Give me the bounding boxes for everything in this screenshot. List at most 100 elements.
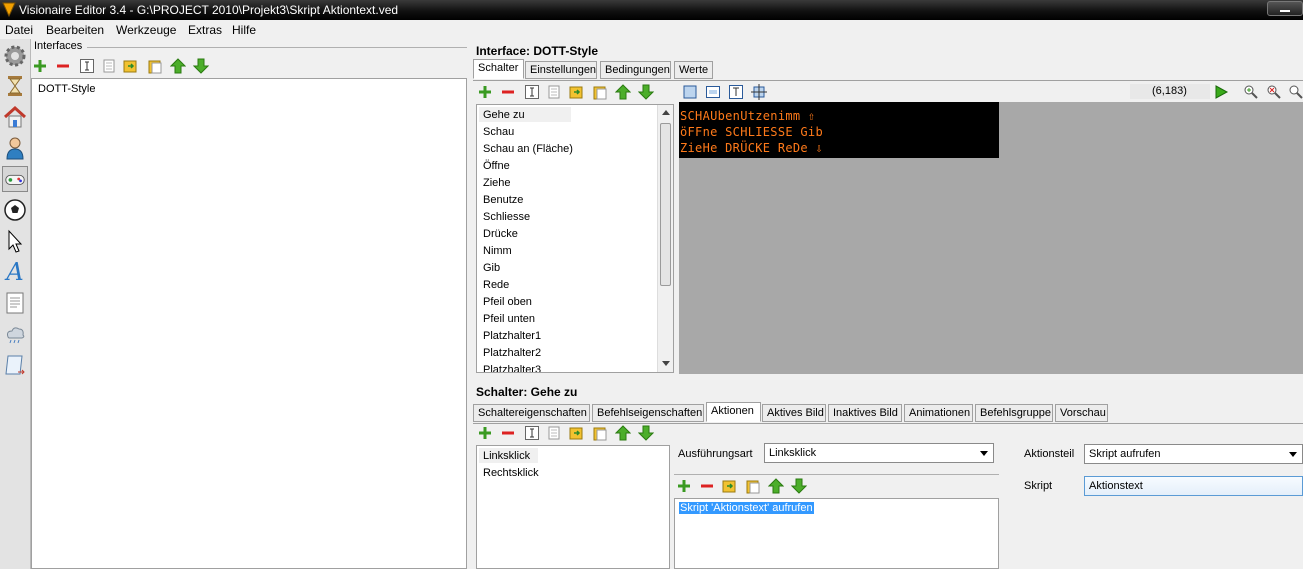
list-item[interactable]: Skript 'Aktionstext' aufrufen bbox=[679, 502, 814, 514]
copy-icon[interactable] bbox=[101, 58, 117, 74]
list-item[interactable]: Gehe zu bbox=[483, 109, 525, 121]
duplicate-icon[interactable] bbox=[569, 84, 585, 100]
list-item[interactable]: Schau bbox=[483, 126, 514, 138]
zoom-in-icon[interactable] bbox=[1243, 84, 1259, 100]
copy-icon[interactable] bbox=[546, 425, 562, 441]
scroll-up-icon[interactable] bbox=[662, 110, 670, 115]
tab-schaltereigenschaften[interactable]: Schaltereigenschaften bbox=[473, 404, 590, 422]
select-button-icon[interactable] bbox=[705, 84, 721, 100]
menu-hilfe[interactable]: Hilfe bbox=[232, 23, 256, 37]
zoom-reset-icon[interactable] bbox=[1266, 84, 1282, 100]
paste-icon[interactable] bbox=[592, 425, 608, 441]
aktionsteil-select[interactable]: Skript aufrufen bbox=[1084, 444, 1303, 464]
list-item[interactable]: Nimm bbox=[483, 245, 512, 257]
buttons-list[interactable]: Gehe zu Schau Schau an (Fläche) Öffne Zi… bbox=[476, 104, 674, 373]
list-item[interactable]: Platzhalter3 bbox=[483, 364, 541, 372]
menu-extras[interactable]: Extras bbox=[188, 23, 222, 37]
remove-icon[interactable] bbox=[55, 58, 71, 74]
click-type-list[interactable]: Linksklick Rechtsklick bbox=[476, 445, 670, 569]
list-item[interactable]: Öffne bbox=[483, 160, 510, 172]
move-up-icon[interactable] bbox=[615, 425, 631, 441]
tab-werte[interactable]: Werte bbox=[674, 61, 713, 79]
list-item[interactable]: Pfeil oben bbox=[483, 296, 532, 308]
tab-aktionen[interactable]: Aktionen bbox=[706, 402, 761, 422]
select-area-icon[interactable] bbox=[682, 84, 698, 100]
move-up-icon[interactable] bbox=[768, 478, 784, 494]
text-area-icon[interactable] bbox=[728, 84, 744, 100]
interface-canvas[interactable]: SCHAUbenUtzenimm ⇧ öFFne SCHLIESSE Gib Z… bbox=[679, 102, 1303, 374]
move-up-icon[interactable] bbox=[615, 84, 631, 100]
scroll-thumb[interactable] bbox=[660, 123, 671, 286]
duplicate-icon[interactable] bbox=[722, 478, 738, 494]
rename-icon[interactable] bbox=[524, 425, 540, 441]
hourglass-icon[interactable] bbox=[2, 73, 28, 99]
list-item[interactable]: Schliesse bbox=[483, 211, 530, 223]
position-icon[interactable] bbox=[751, 84, 767, 100]
list-item[interactable]: Platzhalter1 bbox=[483, 330, 541, 342]
paste-icon[interactable] bbox=[745, 478, 761, 494]
list-item[interactable]: Gib bbox=[483, 262, 500, 274]
scroll-down-icon[interactable] bbox=[662, 361, 670, 366]
tab-inaktives-bild[interactable]: Inaktives Bild bbox=[828, 404, 902, 422]
list-item[interactable]: Platzhalter2 bbox=[483, 347, 541, 359]
move-down-icon[interactable] bbox=[193, 58, 209, 74]
gamepad-icon[interactable] bbox=[2, 166, 28, 192]
actions-list[interactable]: Skript 'Aktionstext' aufrufen bbox=[674, 498, 999, 569]
paste-icon[interactable] bbox=[592, 84, 608, 100]
duplicate-icon[interactable] bbox=[123, 58, 139, 74]
font-icon[interactable]: A bbox=[2, 259, 28, 285]
skript-select[interactable]: Aktionstext bbox=[1084, 476, 1303, 496]
tab-aktives-bild[interactable]: Aktives Bild bbox=[762, 404, 826, 422]
house-icon[interactable] bbox=[2, 104, 28, 130]
list-item[interactable]: DOTT-Style bbox=[38, 83, 95, 95]
list-item[interactable]: Ziehe bbox=[483, 177, 511, 189]
script-icon[interactable] bbox=[2, 352, 28, 378]
list-item[interactable]: Linksklick bbox=[483, 450, 530, 462]
copy-icon[interactable] bbox=[546, 84, 562, 100]
document-icon[interactable] bbox=[2, 290, 28, 316]
move-down-icon[interactable] bbox=[791, 478, 807, 494]
remove-icon[interactable] bbox=[699, 478, 715, 494]
add-icon[interactable] bbox=[676, 478, 692, 494]
list-item[interactable]: Rechtsklick bbox=[483, 467, 539, 479]
cursor-icon[interactable] bbox=[2, 228, 28, 254]
tab-schalter[interactable]: Schalter bbox=[473, 59, 524, 79]
add-icon[interactable] bbox=[477, 425, 493, 441]
gear-icon[interactable] bbox=[2, 43, 28, 69]
list-item[interactable]: Pfeil unten bbox=[483, 313, 535, 325]
rename-icon[interactable] bbox=[524, 84, 540, 100]
minimize-button[interactable] bbox=[1267, 1, 1303, 16]
remove-icon[interactable] bbox=[500, 84, 516, 100]
list-item[interactable]: Rede bbox=[483, 279, 509, 291]
move-up-icon[interactable] bbox=[170, 58, 186, 74]
zoom-out-icon[interactable] bbox=[1288, 84, 1303, 100]
add-icon[interactable] bbox=[32, 58, 48, 74]
list-item[interactable]: Drücke bbox=[483, 228, 518, 240]
tab-animationen[interactable]: Animationen bbox=[904, 404, 973, 422]
menu-werkzeuge[interactable]: Werkzeuge bbox=[116, 23, 176, 37]
list-scrollbar[interactable] bbox=[657, 105, 673, 372]
list-item[interactable]: Benutze bbox=[483, 194, 523, 206]
ball-icon[interactable] bbox=[2, 197, 28, 223]
tab-vorschau[interactable]: Vorschau bbox=[1055, 404, 1108, 422]
paste-icon[interactable] bbox=[147, 58, 163, 74]
tab-befehlsgruppe[interactable]: Befehlsgruppe bbox=[975, 404, 1053, 422]
play-icon[interactable] bbox=[1213, 84, 1229, 100]
menu-bearbeiten[interactable]: Bearbeiten bbox=[46, 23, 104, 37]
interfaces-list[interactable]: DOTT-Style bbox=[31, 78, 467, 569]
rename-icon[interactable] bbox=[79, 58, 95, 74]
move-down-icon[interactable] bbox=[638, 425, 654, 441]
tab-befehlseigenschaften[interactable]: Befehlseigenschaften bbox=[592, 404, 704, 422]
menu-datei[interactable]: Datei bbox=[5, 23, 33, 37]
tab-bedingungen[interactable]: Bedingungen bbox=[600, 61, 671, 79]
tab-einstellungen[interactable]: Einstellungen bbox=[525, 61, 597, 79]
list-item[interactable]: Schau an (Fläche) bbox=[483, 143, 573, 155]
duplicate-icon[interactable] bbox=[569, 425, 585, 441]
remove-icon[interactable] bbox=[500, 425, 516, 441]
add-icon[interactable] bbox=[477, 84, 493, 100]
character-icon[interactable] bbox=[2, 135, 28, 161]
interface-preview[interactable]: SCHAUbenUtzenimm ⇧ öFFne SCHLIESSE Gib Z… bbox=[679, 102, 999, 158]
weather-icon[interactable] bbox=[2, 321, 28, 347]
ausfuehrungsart-select[interactable]: Linksklick bbox=[764, 443, 994, 463]
move-down-icon[interactable] bbox=[638, 84, 654, 100]
